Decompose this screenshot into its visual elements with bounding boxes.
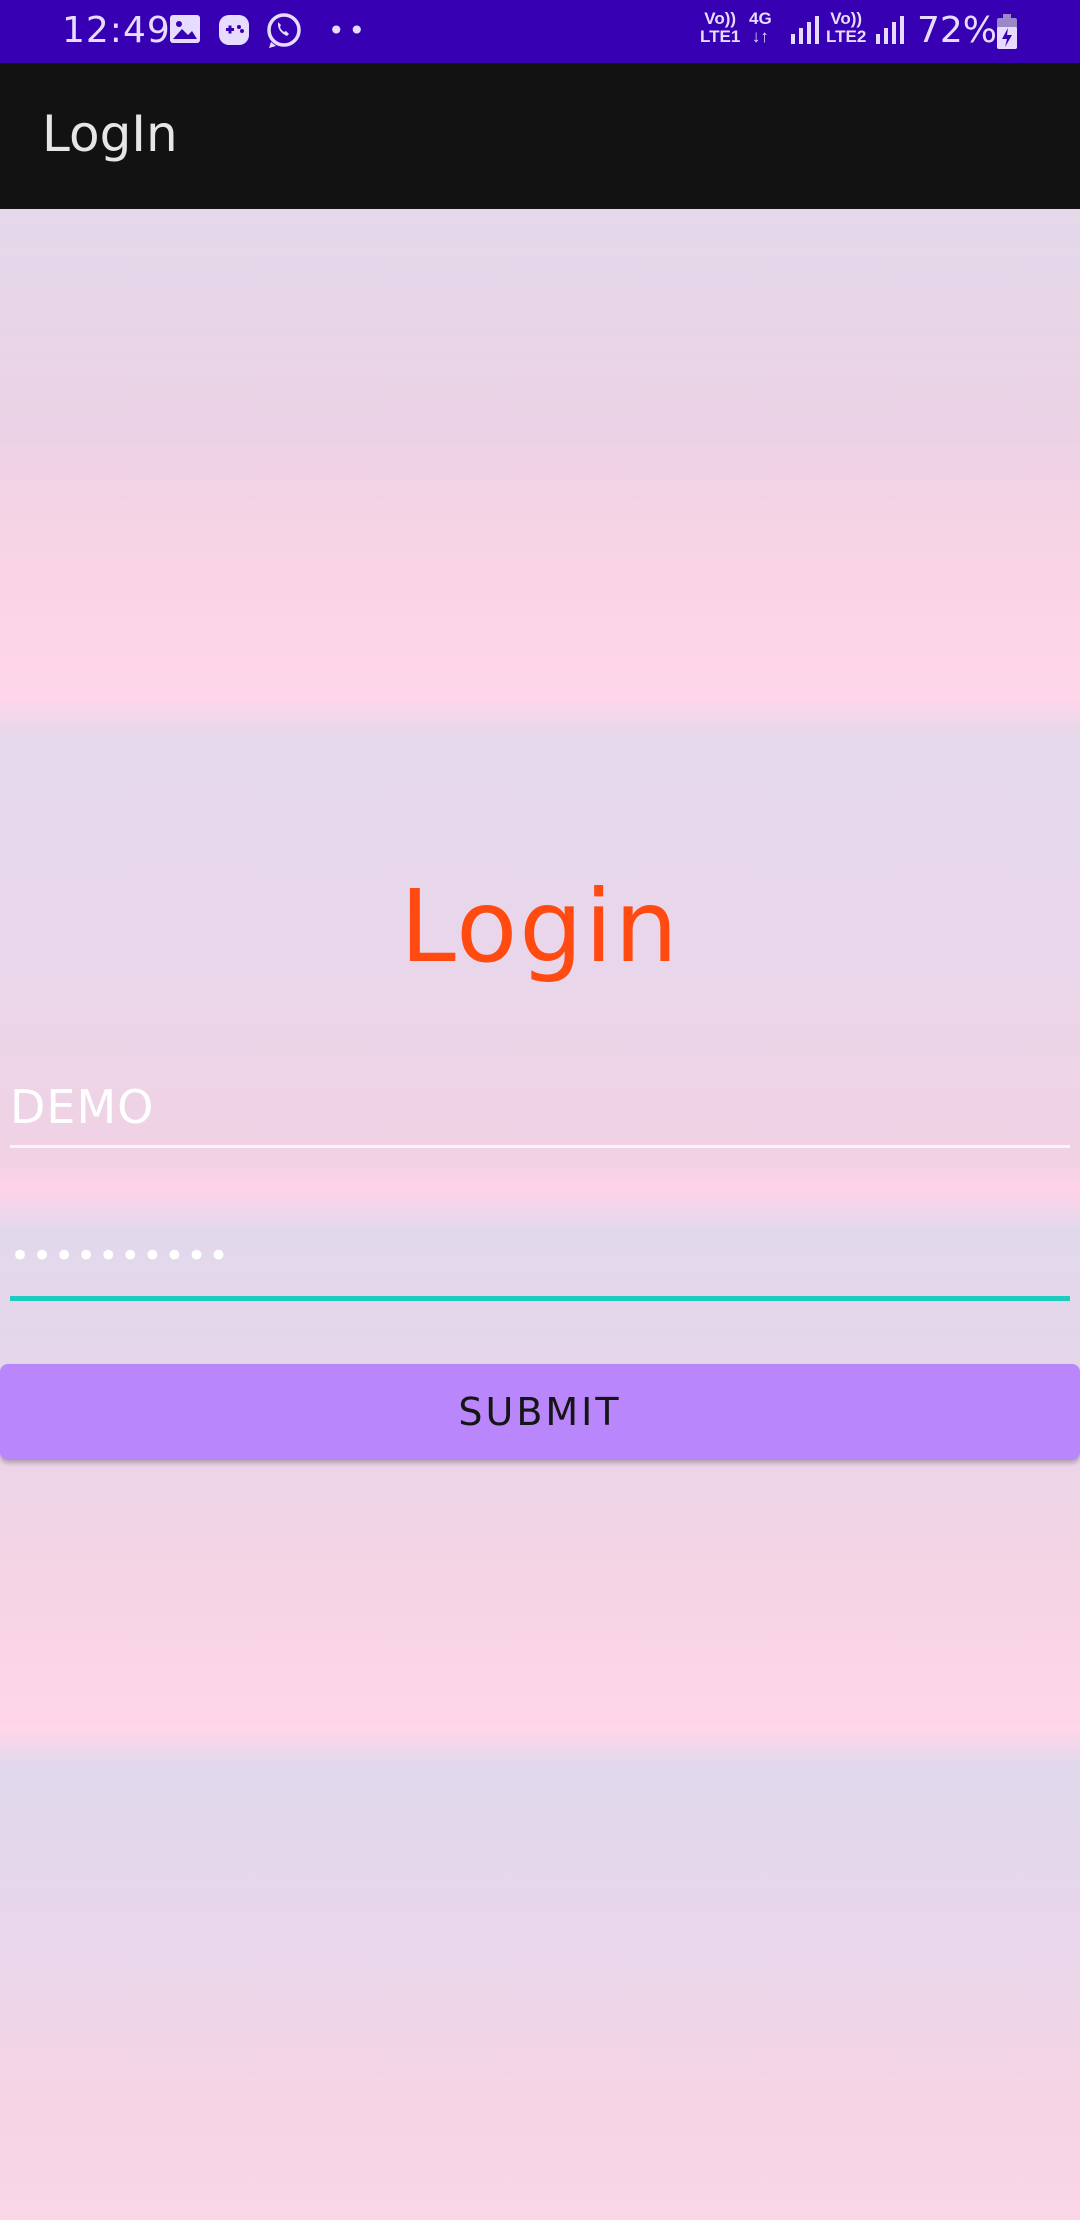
login-heading: Login	[400, 868, 680, 985]
status-bar: 12:49 •• Vo)) LTE1 4G ↓↑ Vo)) LTE2 72%	[0, 0, 1080, 63]
submit-button[interactable]: SUBMIT	[0, 1364, 1080, 1460]
username-input[interactable]	[10, 1068, 1070, 1148]
signal-icon	[791, 16, 819, 44]
password-input[interactable]	[10, 1215, 1070, 1301]
signal-icon	[876, 16, 904, 44]
network-4g: 4G ↓↑	[749, 9, 772, 46]
game-icon	[219, 15, 249, 45]
battery-percentage: 72%	[917, 10, 998, 51]
more-notifications-icon: ••	[328, 14, 370, 47]
network-lte1: Vo)) LTE1	[700, 9, 741, 46]
username-field[interactable]	[10, 1068, 1070, 1148]
network-lte2: Vo)) LTE2	[826, 9, 867, 46]
whatsapp-icon	[267, 13, 301, 48]
password-field[interactable]	[10, 1215, 1070, 1301]
app-bar: LogIn	[0, 63, 1080, 209]
app-bar-title: LogIn	[42, 105, 178, 163]
status-time: 12:49	[62, 10, 171, 51]
battery-charging-icon	[997, 14, 1017, 49]
gallery-icon	[170, 15, 200, 43]
